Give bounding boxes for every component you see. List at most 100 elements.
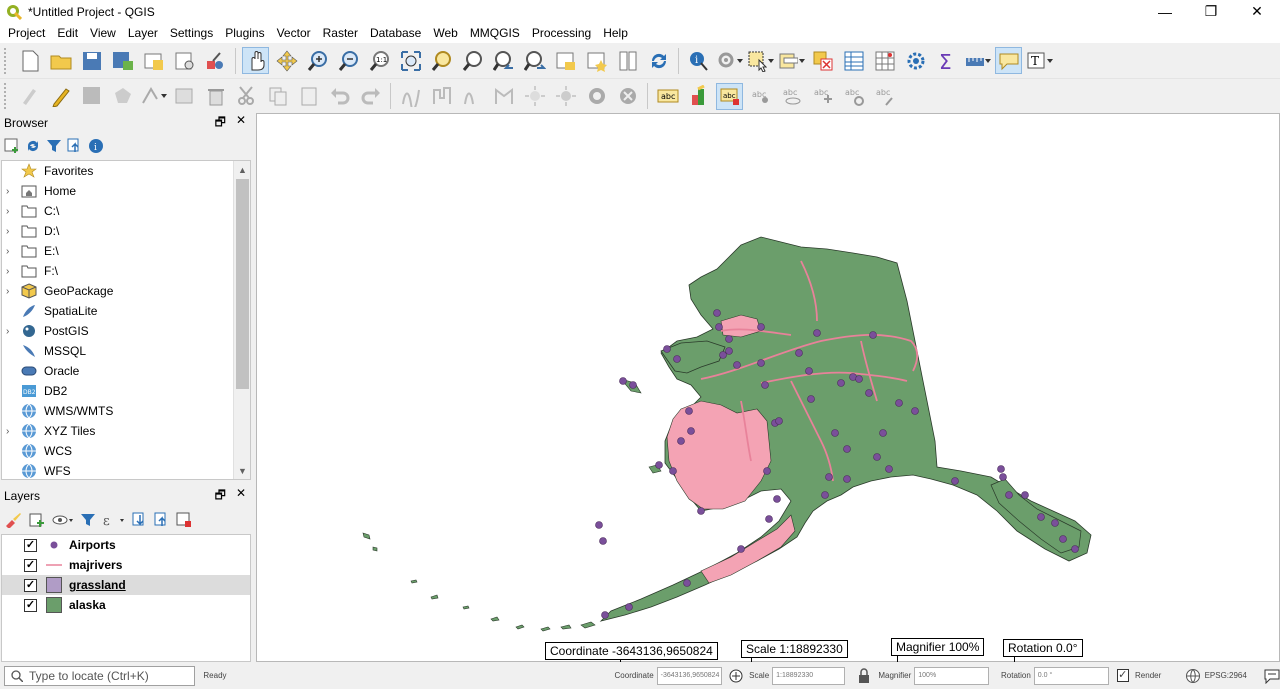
pin-labels-button[interactable]: abc xyxy=(747,83,774,110)
browser-item-wfs[interactable]: WFS xyxy=(2,461,250,479)
airport-point[interactable] xyxy=(1059,535,1067,543)
airport-point[interactable] xyxy=(807,395,815,403)
expand-arrow-icon[interactable]: › xyxy=(6,286,20,297)
browser-scrollbar[interactable]: ▲ ▼ xyxy=(233,161,250,479)
filter-legend-icon[interactable] xyxy=(80,512,96,528)
airport-point[interactable] xyxy=(1005,491,1013,499)
browser-item-db2[interactable]: DB2 DB2 xyxy=(2,381,250,401)
coordinate-toggle-icon[interactable] xyxy=(728,668,743,684)
zoom-next-button[interactable] xyxy=(521,47,548,74)
airport-point[interactable] xyxy=(775,417,783,425)
airport-point[interactable] xyxy=(1037,513,1045,521)
highlight-pinned-labels-button[interactable]: abc xyxy=(716,82,743,110)
menu-project[interactable]: Project xyxy=(2,23,51,43)
browser-item-favorites[interactable]: Favorites xyxy=(2,161,250,181)
airport-point[interactable] xyxy=(873,453,881,461)
airport-point[interactable] xyxy=(765,515,773,523)
refresh-button[interactable] xyxy=(645,47,672,74)
refresh-icon[interactable] xyxy=(25,138,41,154)
menu-raster[interactable]: Raster xyxy=(317,23,364,43)
add-group-icon[interactable] xyxy=(28,512,46,528)
toolbar-handle[interactable] xyxy=(4,47,10,74)
menu-edit[interactable]: Edit xyxy=(51,23,84,43)
zoom-native-button[interactable]: 1:1 xyxy=(366,47,393,74)
browser-item-wms[interactable]: WMS/WMTS xyxy=(2,401,250,421)
shape-digitizing-button[interactable] xyxy=(428,83,455,110)
airport-point[interactable] xyxy=(625,603,633,611)
airport-point[interactable] xyxy=(725,347,733,355)
layer-item-alaska[interactable]: ✓ alaska xyxy=(2,595,250,615)
zoom-out-button[interactable] xyxy=(335,47,362,74)
airport-point[interactable] xyxy=(697,507,705,515)
browser-item-postgis[interactable]: › PostGIS xyxy=(2,321,250,341)
airport-point[interactable] xyxy=(885,465,893,473)
rotation-field[interactable]: 0.0 ° xyxy=(1033,666,1109,685)
menu-processing[interactable]: Processing xyxy=(526,23,597,43)
airport-point[interactable] xyxy=(737,545,745,553)
airport-point[interactable] xyxy=(713,309,721,317)
delete-part-button[interactable] xyxy=(614,83,641,110)
airport-point[interactable] xyxy=(805,367,813,375)
delete-selected-button[interactable] xyxy=(202,83,229,110)
maximize-button[interactable]: ❐ xyxy=(1188,0,1234,23)
browser-item-home[interactable]: › Home xyxy=(2,181,250,201)
remove-layer-icon[interactable] xyxy=(176,512,192,528)
attribute-table-button[interactable] xyxy=(840,47,867,74)
airport-point[interactable] xyxy=(719,351,727,359)
menu-web[interactable]: Web xyxy=(427,23,463,43)
airport-point[interactable] xyxy=(683,579,691,587)
airport-point[interactable] xyxy=(831,429,839,437)
menu-plugins[interactable]: Plugins xyxy=(219,23,270,43)
airport-point[interactable] xyxy=(761,381,769,389)
airport-point[interactable] xyxy=(821,491,829,499)
expand-arrow-icon[interactable]: › xyxy=(6,206,20,217)
airport-point[interactable] xyxy=(895,399,903,407)
layer-visibility-checkbox[interactable]: ✓ xyxy=(24,538,37,552)
redo-button[interactable] xyxy=(357,83,384,110)
lock-icon[interactable] xyxy=(857,667,870,684)
airport-point[interactable] xyxy=(911,407,919,415)
scroll-down-icon[interactable]: ▼ xyxy=(234,462,250,479)
browser-item-geopackage[interactable]: › GeoPackage xyxy=(2,281,250,301)
new-project-button[interactable] xyxy=(16,47,43,74)
collapse-all-icon[interactable] xyxy=(154,512,170,528)
airport-point[interactable] xyxy=(773,495,781,503)
menu-view[interactable]: View xyxy=(84,23,122,43)
browser-item-xyz[interactable]: › XYZ Tiles xyxy=(2,421,250,441)
manage-visibility-eye-icon[interactable] xyxy=(52,512,74,528)
airport-point[interactable] xyxy=(879,429,887,437)
map-canvas[interactable] xyxy=(256,113,1280,662)
scroll-up-icon[interactable]: ▲ xyxy=(234,161,250,178)
browser-item-e-drive[interactable]: › E:\ xyxy=(2,241,250,261)
layer-visibility-checkbox[interactable]: ✓ xyxy=(24,578,37,592)
collapse-all-icon[interactable] xyxy=(67,138,83,154)
copy-features-button[interactable] xyxy=(264,83,291,110)
move-label-button[interactable]: abc xyxy=(809,83,836,110)
show-bookmarks-button[interactable] xyxy=(614,47,641,74)
airport-point[interactable] xyxy=(813,329,821,337)
filter-expression-icon[interactable]: ε xyxy=(102,512,126,528)
toolbar-handle[interactable] xyxy=(4,83,10,109)
airport-point[interactable] xyxy=(843,475,851,483)
airport-point[interactable] xyxy=(595,521,603,529)
airport-point[interactable] xyxy=(663,345,671,353)
menu-database[interactable]: Database xyxy=(364,23,427,43)
airport-point[interactable] xyxy=(951,477,959,485)
new-map-view-button[interactable] xyxy=(552,47,579,74)
save-project-button[interactable] xyxy=(78,47,105,74)
run-action-button[interactable] xyxy=(716,47,743,74)
airport-point[interactable] xyxy=(715,323,723,331)
menu-help[interactable]: Help xyxy=(597,23,634,43)
deselect-all-button[interactable] xyxy=(809,47,836,74)
show-hide-labels-button[interactable]: abc xyxy=(778,83,805,110)
airport-point[interactable] xyxy=(655,461,663,469)
layer-visibility-checkbox[interactable]: ✓ xyxy=(24,558,37,572)
save-edits-button[interactable] xyxy=(78,83,105,110)
browser-item-f-drive[interactable]: › F:\ xyxy=(2,261,250,281)
zoom-in-button[interactable] xyxy=(304,47,331,74)
digitize-stream-button[interactable] xyxy=(459,83,486,110)
crs-label[interactable]: EPSG:2964 xyxy=(1205,671,1247,680)
expand-arrow-icon[interactable]: › xyxy=(6,266,20,277)
menu-layer[interactable]: Layer xyxy=(122,23,164,43)
fill-ring-button[interactable] xyxy=(552,83,579,110)
